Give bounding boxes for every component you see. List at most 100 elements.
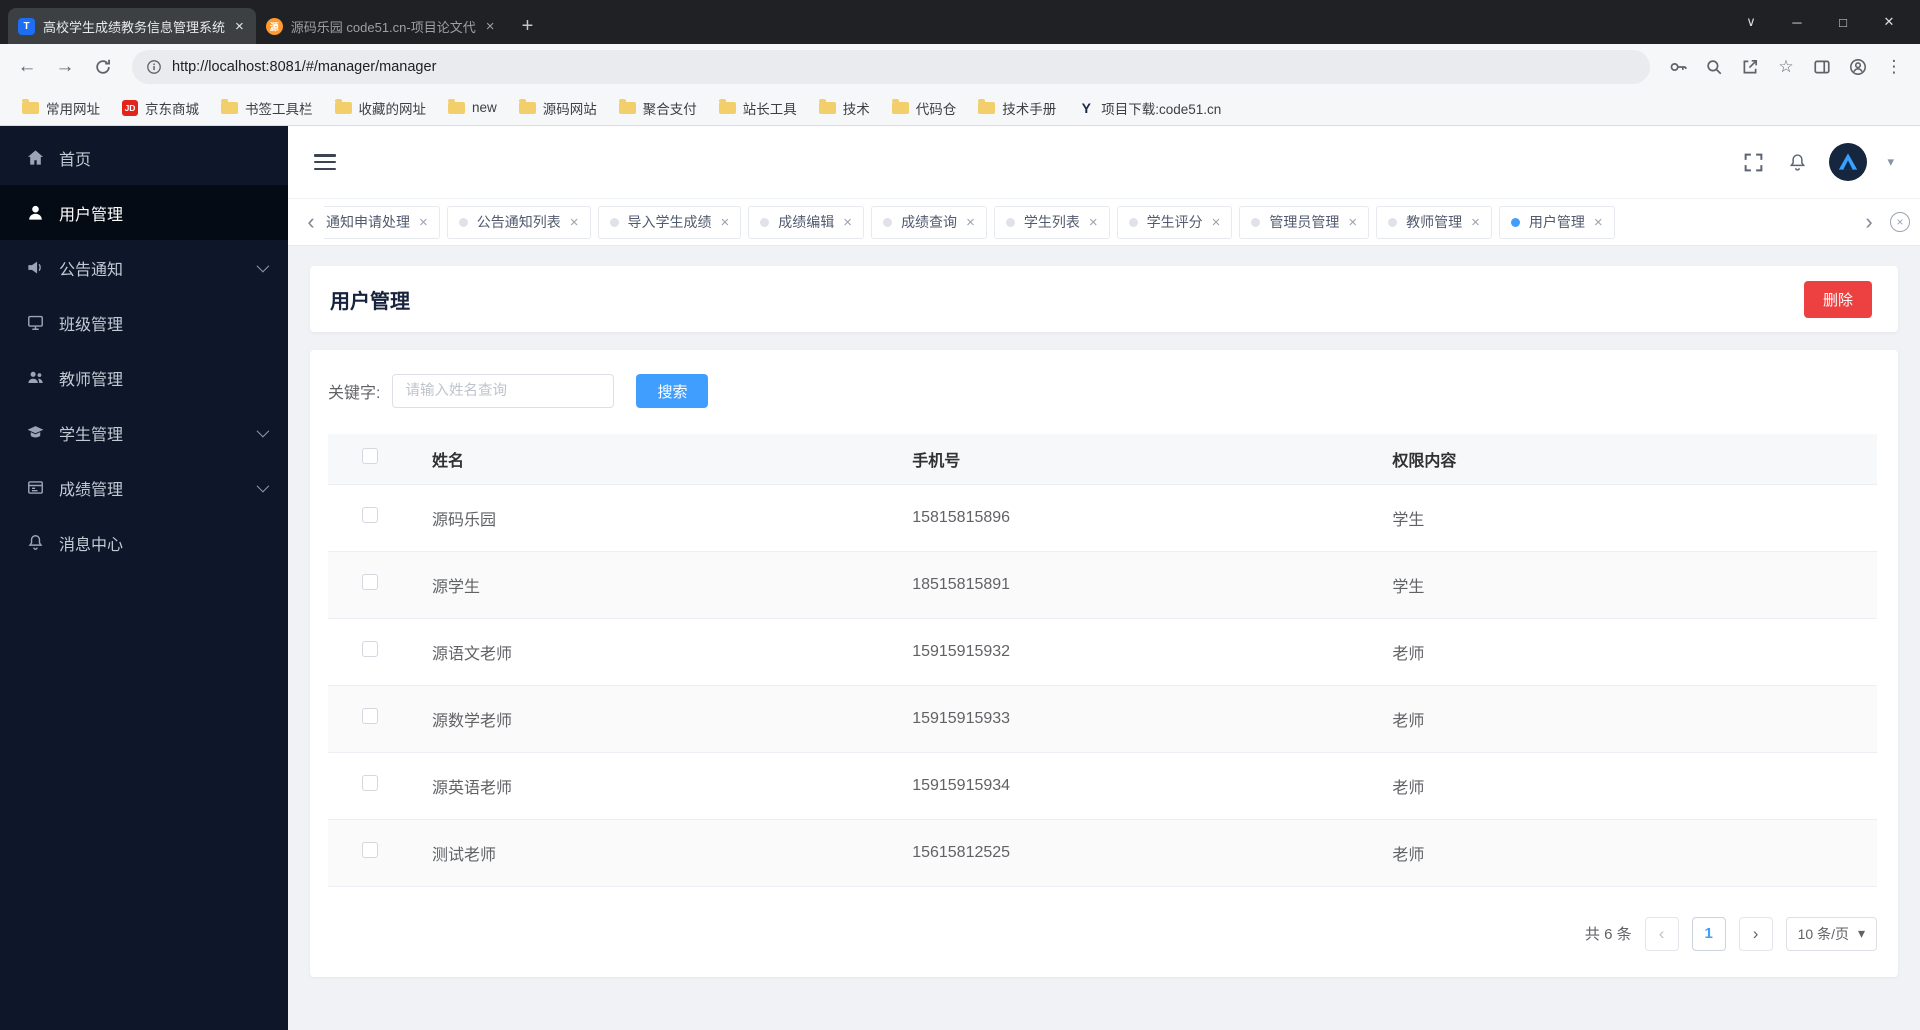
bookmark-label: 项目下载:code51.cn: [1101, 101, 1222, 117]
window-minimize-button[interactable]: ─: [1774, 4, 1820, 40]
page-tab[interactable]: 通知申请处理 ×: [324, 205, 440, 239]
cell-phone: 15615812525: [900, 819, 1381, 887]
prev-page-button[interactable]: ‹: [1644, 916, 1679, 951]
bookmark-item[interactable]: 技术手册: [970, 94, 1064, 122]
refresh-button[interactable]: [86, 50, 120, 84]
page-tab-label: 成绩编辑: [778, 214, 835, 230]
close-all-tabs-icon[interactable]: ×: [1890, 212, 1910, 232]
tab-close-icon[interactable]: ×: [1594, 214, 1603, 231]
folder-icon: [448, 98, 465, 114]
bookmark-item[interactable]: 收藏的网址: [327, 94, 435, 122]
profile-icon[interactable]: [1842, 51, 1874, 83]
sidebar-item-class-management[interactable]: 班级管理: [0, 295, 288, 350]
bookmark-star-icon[interactable]: ☆: [1770, 51, 1802, 83]
page-tab-label: 通知申请处理: [326, 214, 410, 230]
page-tab[interactable]: 管理员管理 ×: [1239, 205, 1370, 239]
notification-bell-icon: [26, 533, 45, 552]
row-checkbox[interactable]: [362, 842, 378, 858]
tab-close-icon[interactable]: ×: [843, 214, 852, 231]
bookmark-item[interactable]: 聚合支付: [611, 94, 705, 122]
forward-button[interactable]: →: [48, 50, 82, 84]
url-text: http://localhost:8081/#/manager/manager: [172, 59, 437, 75]
bookmark-item[interactable]: JD 京东商城: [114, 94, 207, 122]
window-maximize-button[interactable]: □: [1820, 4, 1866, 40]
site-favicon: T: [18, 17, 35, 35]
megaphone-icon: [26, 258, 45, 277]
new-tab-button[interactable]: +: [512, 11, 542, 41]
bookmark-item[interactable]: Y 项目下载:code51.cn: [1070, 94, 1229, 122]
share-icon[interactable]: [1734, 51, 1766, 83]
page-tab[interactable]: 成绩编辑 ×: [748, 205, 865, 239]
search-button[interactable]: 搜索: [636, 374, 709, 408]
bookmark-label: 技术: [842, 101, 870, 117]
sidebar-item-user-management[interactable]: 用户管理: [0, 185, 288, 240]
tab-close-icon[interactable]: ×: [721, 214, 730, 231]
page-tab[interactable]: 学生评分 ×: [1116, 205, 1233, 239]
tab-close-icon[interactable]: ×: [1348, 214, 1357, 231]
bookmark-item[interactable]: 书签工具栏: [213, 94, 321, 122]
notification-bell-icon[interactable]: [1785, 150, 1809, 174]
tabs-scroll-right-button[interactable]: ›: [1856, 209, 1882, 235]
address-bar[interactable]: http://localhost:8081/#/manager/manager: [132, 50, 1650, 84]
row-checkbox[interactable]: [362, 574, 378, 590]
hamburger-menu-button[interactable]: [314, 154, 336, 170]
code51-favicon: Y: [1081, 99, 1091, 116]
name-search-input[interactable]: [392, 374, 615, 408]
bookmark-label: 站长工具: [742, 101, 797, 117]
row-checkbox[interactable]: [362, 708, 378, 724]
cell-name: 源数学老师: [420, 685, 901, 753]
avatar-caret-icon[interactable]: ▾: [1887, 154, 1894, 170]
bookmark-item[interactable]: 代码仓: [884, 94, 965, 122]
tab-close-icon[interactable]: ×: [1212, 214, 1221, 231]
sidebar-item-announcements[interactable]: 公告通知: [0, 240, 288, 295]
sidebar-item-home[interactable]: 首页: [0, 130, 288, 185]
next-page-button[interactable]: ›: [1738, 916, 1773, 951]
tab-close-icon[interactable]: ×: [966, 214, 975, 231]
back-button[interactable]: ←: [10, 50, 44, 84]
tab-search-icon[interactable]: ∨: [1728, 4, 1774, 40]
tab-close-icon[interactable]: ×: [1471, 214, 1480, 231]
delete-button[interactable]: 删除: [1803, 280, 1872, 318]
page-tab[interactable]: 学生列表 ×: [993, 205, 1110, 239]
sidebar-item-teacher-management[interactable]: 教师管理: [0, 350, 288, 405]
sidebar-item-message-center[interactable]: 消息中心: [0, 515, 288, 570]
window-close-button[interactable]: ✕: [1866, 4, 1912, 40]
bookmark-item[interactable]: 技术: [811, 94, 878, 122]
tab-close-icon[interactable]: ×: [419, 214, 428, 231]
row-checkbox[interactable]: [362, 775, 378, 791]
tab-close-icon[interactable]: ×: [484, 18, 497, 35]
site-info-icon[interactable]: [146, 59, 162, 75]
page-tab-active[interactable]: 用户管理 ×: [1498, 205, 1615, 239]
user-avatar[interactable]: [1829, 143, 1868, 181]
tab-close-icon[interactable]: ×: [1089, 214, 1098, 231]
sidebar-item-grade-management[interactable]: 成绩管理: [0, 460, 288, 515]
tab-dot-icon: [1128, 217, 1138, 227]
tab-close-icon[interactable]: ×: [233, 18, 246, 35]
bookmark-item[interactable]: 源码网站: [511, 94, 605, 122]
page-tab[interactable]: 导入学生成绩 ×: [597, 205, 742, 239]
page-tab[interactable]: 公告通知列表 ×: [446, 205, 591, 239]
zoom-icon[interactable]: [1698, 51, 1730, 83]
row-checkbox[interactable]: [362, 641, 378, 657]
sidebar-item-student-management[interactable]: 学生管理: [0, 405, 288, 460]
bookmark-item[interactable]: new: [440, 96, 505, 119]
bookmark-item[interactable]: 常用网址: [14, 94, 108, 122]
browser-menu-icon[interactable]: ⋮: [1878, 51, 1910, 83]
page-tab[interactable]: 教师管理 ×: [1376, 205, 1492, 239]
page-tab[interactable]: 成绩查询 ×: [871, 205, 987, 239]
sidebar-item-label: 成绩管理: [59, 481, 124, 499]
select-all-checkbox[interactable]: [362, 448, 378, 465]
current-page-button[interactable]: 1: [1691, 916, 1726, 951]
column-header-role: 权限内容: [1380, 434, 1877, 485]
split-view-icon[interactable]: [1806, 51, 1838, 83]
password-key-icon[interactable]: [1662, 51, 1694, 83]
row-checkbox[interactable]: [362, 507, 378, 523]
browser-tab-inactive[interactable]: 源 源码乐园 code51.cn-项目论文代 ×: [256, 8, 507, 44]
page-size-select[interactable]: 10 条/页 ▾: [1785, 916, 1877, 951]
browser-tab-active[interactable]: T 高校学生成绩教务信息管理系统 ×: [8, 8, 256, 44]
bookmark-item[interactable]: 站长工具: [711, 94, 805, 122]
chevron-down-icon: [256, 424, 270, 438]
tabs-scroll-left-button[interactable]: ‹: [298, 209, 324, 235]
fullscreen-icon[interactable]: [1741, 150, 1765, 174]
tab-close-icon[interactable]: ×: [570, 214, 579, 231]
